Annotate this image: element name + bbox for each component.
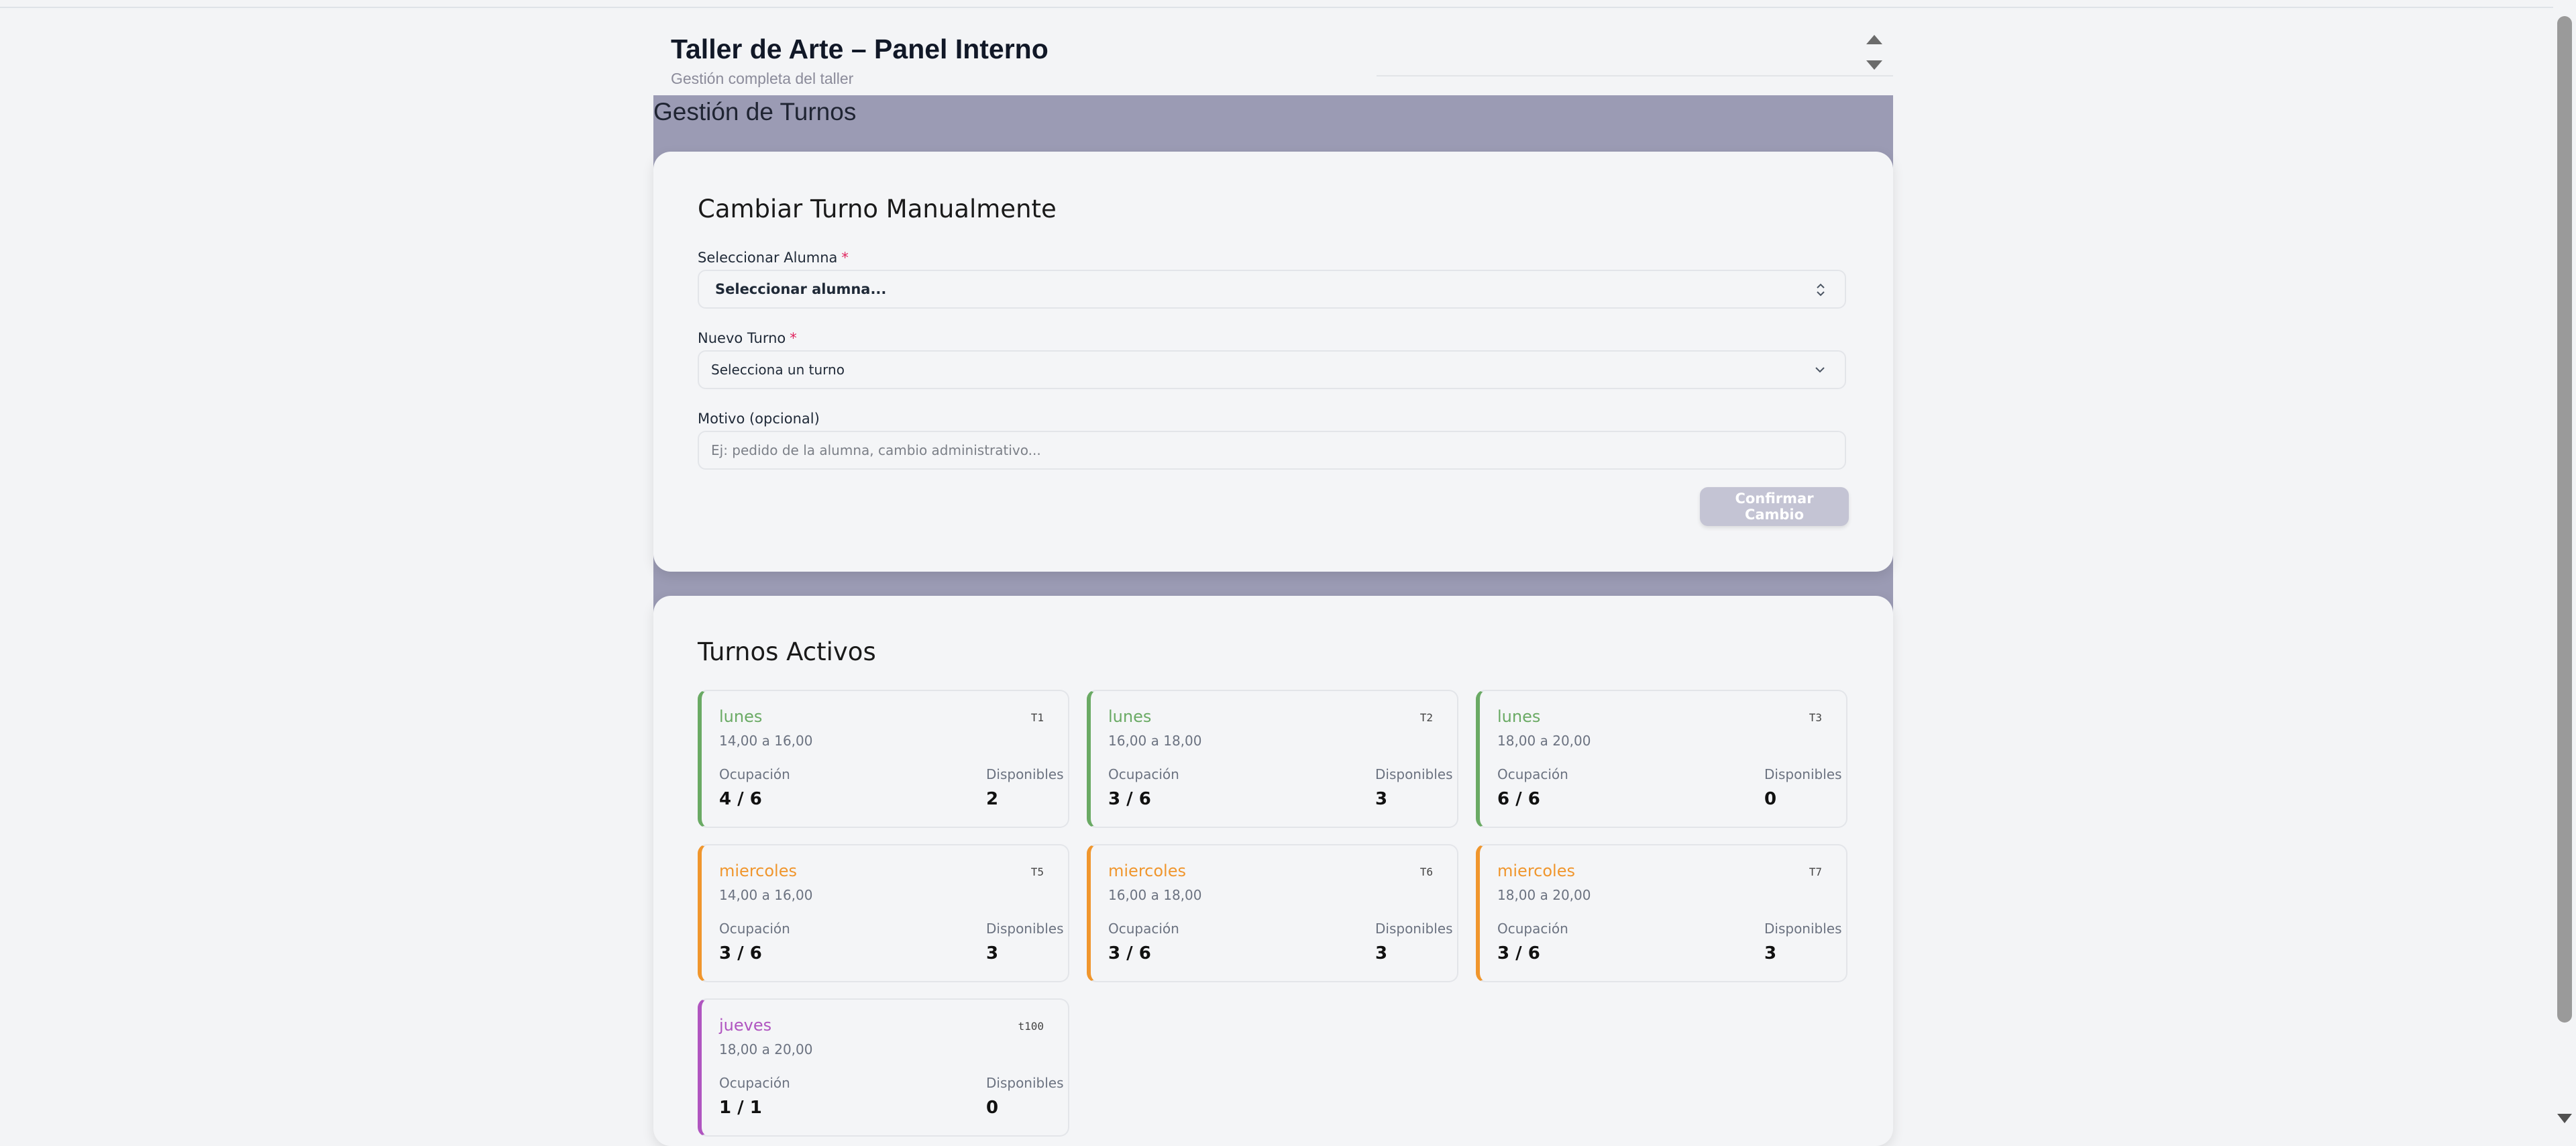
available-label: Disponibles	[1375, 766, 1453, 782]
new-shift-label: Nuevo Turno *	[698, 330, 797, 346]
active-shifts-title: Turnos Activos	[698, 637, 876, 666]
reason-input[interactable]: Ej: pedido de la alumna, cambio administ…	[698, 431, 1846, 470]
scroll-down-icon[interactable]	[2557, 1114, 2572, 1123]
shift-day: lunes	[719, 707, 763, 726]
student-select[interactable]: Seleccionar alumna...	[698, 270, 1846, 309]
available-label: Disponibles	[1764, 766, 1842, 782]
shift-card[interactable]: lunes T3 18,00 a 20,00 Ocupación 6 / 6 Dispon…	[1476, 690, 1847, 828]
chevron-down-icon	[1814, 362, 1826, 380]
shift-day: miercoles	[719, 862, 797, 880]
occupancy-value: 1 / 1	[719, 1098, 762, 1118]
app-subtitle: Gestión completa del taller	[671, 70, 854, 87]
shift-day: lunes	[1108, 707, 1152, 726]
scroll-thumb[interactable]	[2557, 16, 2572, 1023]
shift-day: jueves	[719, 1016, 772, 1035]
shift-card[interactable]: miercoles T7 18,00 a 20,00 Ocupación 3 / 6 Di…	[1476, 844, 1847, 982]
app-header: Taller de Arte – Panel Interno Gestión c…	[653, 25, 1893, 94]
shift-day: miercoles	[1108, 862, 1186, 880]
shift-day: miercoles	[1497, 862, 1575, 880]
shift-time: 18,00 a 20,00	[719, 1041, 813, 1057]
occupancy-value: 4 / 6	[719, 789, 762, 809]
occupancy-label: Ocupación	[1108, 921, 1179, 937]
occupancy-label: Ocupación	[1108, 766, 1179, 782]
occupancy-value: 6 / 6	[1497, 789, 1540, 809]
occupancy-label: Ocupación	[719, 1075, 790, 1091]
shift-code: T1	[1030, 711, 1044, 724]
available-value: 0	[1764, 789, 1777, 809]
page-scrollbar[interactable]	[2553, 0, 2576, 1127]
active-shifts-card: Turnos Activos lunes T1 14,00 a 16,00 Ocupa…	[653, 596, 1893, 1146]
occupancy-value: 3 / 6	[719, 943, 762, 963]
available-value: 3	[1375, 789, 1388, 809]
shift-code: T6	[1419, 866, 1433, 878]
new-shift-select-value: Selecciona un turno	[711, 362, 845, 378]
shift-code: T5	[1030, 866, 1044, 878]
shift-card[interactable]: miercoles T6 16,00 a 18,00 Ocupación 3 / 6 Di…	[1087, 844, 1458, 982]
shift-time: 14,00 a 16,00	[719, 887, 813, 903]
shift-card[interactable]: jueves t100 18,00 a 20,00 Ocupación 1 / 1 Dis…	[698, 998, 1069, 1137]
required-mark: *	[790, 330, 797, 346]
confirm-change-button[interactable]: Confirmar Cambio	[1700, 487, 1849, 526]
shift-code: T2	[1419, 711, 1433, 724]
occupancy-label: Ocupación	[719, 766, 790, 782]
available-label: Disponibles	[1375, 921, 1453, 937]
shift-day: lunes	[1497, 707, 1541, 726]
spin-down-icon[interactable]	[1866, 60, 1882, 70]
app-title: Taller de Arte – Panel Interno	[671, 34, 1049, 64]
available-label: Disponibles	[1764, 921, 1842, 937]
occupancy-value: 3 / 6	[1108, 943, 1151, 963]
change-shift-title: Cambiar Turno Manualmente	[698, 195, 1057, 223]
shift-time: 14,00 a 16,00	[719, 733, 813, 749]
spin-up-icon[interactable]	[1866, 35, 1882, 44]
occupancy-value: 3 / 6	[1497, 943, 1540, 963]
shift-card[interactable]: miercoles T5 14,00 a 16,00 Ocupación 3 / 6 Di…	[698, 844, 1069, 982]
occupancy-label: Ocupación	[1497, 766, 1568, 782]
new-shift-select[interactable]: Selecciona un turno	[698, 350, 1846, 389]
shift-card[interactable]: lunes T1 14,00 a 16,00 Ocupación 4 / 6 Dispon…	[698, 690, 1069, 828]
shift-card[interactable]: lunes T2 16,00 a 18,00 Ocupación 3 / 6 Dispon…	[1087, 690, 1458, 828]
available-value: 3	[1375, 943, 1388, 963]
updown-chevron-icon	[1815, 282, 1826, 301]
available-label: Disponibles	[986, 766, 1064, 782]
shift-time: 16,00 a 18,00	[1108, 887, 1202, 903]
shift-time: 18,00 a 20,00	[1497, 733, 1591, 749]
available-value: 3	[986, 943, 999, 963]
reason-placeholder: Ej: pedido de la alumna, cambio administ…	[711, 442, 1041, 458]
available-value: 0	[986, 1098, 999, 1118]
available-label: Disponibles	[986, 1075, 1064, 1091]
available-label: Disponibles	[986, 921, 1064, 937]
student-select-value: Seleccionar alumna...	[715, 281, 887, 297]
occupancy-label: Ocupación	[719, 921, 790, 937]
student-label: Seleccionar Alumna *	[698, 250, 849, 266]
number-spinner[interactable]	[1377, 30, 1893, 76]
change-shift-card: Cambiar Turno Manualmente Seleccionar Al…	[653, 152, 1893, 572]
shift-code: t100	[1018, 1020, 1044, 1033]
shift-time: 18,00 a 20,00	[1497, 887, 1591, 903]
available-value: 3	[1764, 943, 1777, 963]
occupancy-value: 3 / 6	[1108, 789, 1151, 809]
page-title: Gestión de Turnos	[653, 98, 857, 125]
main-panel: Gestión de Turnos Cambiar Turno Manualme…	[653, 95, 1893, 1146]
occupancy-label: Ocupación	[1497, 921, 1568, 937]
shift-time: 16,00 a 18,00	[1108, 733, 1202, 749]
top-divider	[0, 7, 2553, 8]
shift-code: T7	[1809, 866, 1822, 878]
reason-label: Motivo (opcional)	[698, 411, 820, 427]
required-mark: *	[841, 250, 849, 266]
available-value: 2	[986, 789, 999, 809]
shift-code: T3	[1809, 711, 1822, 724]
